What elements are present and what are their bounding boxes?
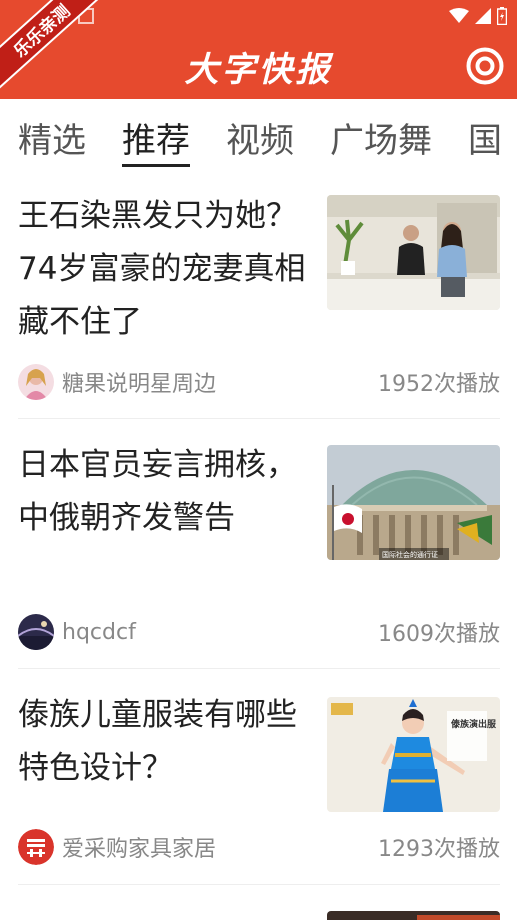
target-icon — [466, 47, 504, 85]
tab-jingxuan[interactable]: 精选 — [18, 99, 86, 171]
divider — [18, 418, 500, 419]
feed-item-meta: 爱采购家具家居 1293次播放 — [18, 829, 500, 865]
tab-tuijian[interactable]: 推荐 — [122, 99, 190, 171]
feed-item-title[interactable]: 王石染黑发只为她？74岁富豪的宠妻真相藏不住了 — [18, 190, 312, 349]
partial-thumbnail — [327, 911, 500, 920]
app-title: 大字快报 — [184, 50, 333, 90]
government-building-with-flag-photo: 国际社会的通行证 — [327, 445, 500, 560]
avatar[interactable] — [18, 364, 54, 400]
battery-icon — [497, 7, 507, 25]
author-name[interactable]: 糖果说明星周边 — [62, 366, 378, 398]
divider — [18, 668, 500, 669]
feed-item-title[interactable]: 傣族儿童服装有哪些特色设计？ — [18, 689, 312, 795]
tab-shipin[interactable]: 视频 — [226, 99, 294, 171]
author-name[interactable]: 爱采购家具家居 — [62, 831, 378, 863]
play-count: 1609次播放 — [378, 622, 500, 647]
thumbnail-caption: 国际社会的通行证 — [382, 550, 438, 559]
settings-button[interactable] — [465, 46, 505, 86]
tab-guangchangwu[interactable]: 广场舞 — [330, 99, 432, 171]
status-bar-icons — [449, 7, 507, 25]
feed-item-thumbnail[interactable] — [327, 911, 500, 920]
feed-item-meta: hqcdcf 1609次播放 — [18, 614, 500, 650]
signal-icon — [475, 8, 491, 24]
man-and-woman-in-kitchen-photo — [327, 195, 500, 310]
avatar[interactable] — [18, 614, 54, 650]
feed-item-meta: 糖果说明星周边 1952次播放 — [18, 364, 500, 400]
play-count: 1952次播放 — [378, 372, 500, 397]
play-count: 1293次播放 — [378, 837, 500, 862]
girl-in-dai-costume-photo: 傣族演出服 — [327, 697, 500, 812]
feed-item-thumbnail[interactable]: 国际社会的通行证 — [327, 445, 500, 560]
author-name[interactable]: hqcdcf — [62, 620, 378, 645]
category-tabs: 精选 推荐 视频 广场舞 国 — [0, 99, 517, 171]
divider — [18, 884, 500, 885]
avatar[interactable] — [18, 829, 54, 865]
wifi-icon — [449, 8, 469, 23]
feed-item-thumbnail[interactable] — [327, 195, 500, 310]
feed-item-thumbnail[interactable]: 傣族演出服 — [327, 697, 500, 812]
app-header: 乐乐亲测 大字快报 — [0, 0, 517, 99]
feed-item-title[interactable]: 日本官员妄言拥核，中俄朝齐发警告 — [18, 439, 312, 545]
tab-guo[interactable]: 国 — [468, 99, 502, 171]
thumbnail-caption: 傣族演出服 — [451, 718, 497, 730]
